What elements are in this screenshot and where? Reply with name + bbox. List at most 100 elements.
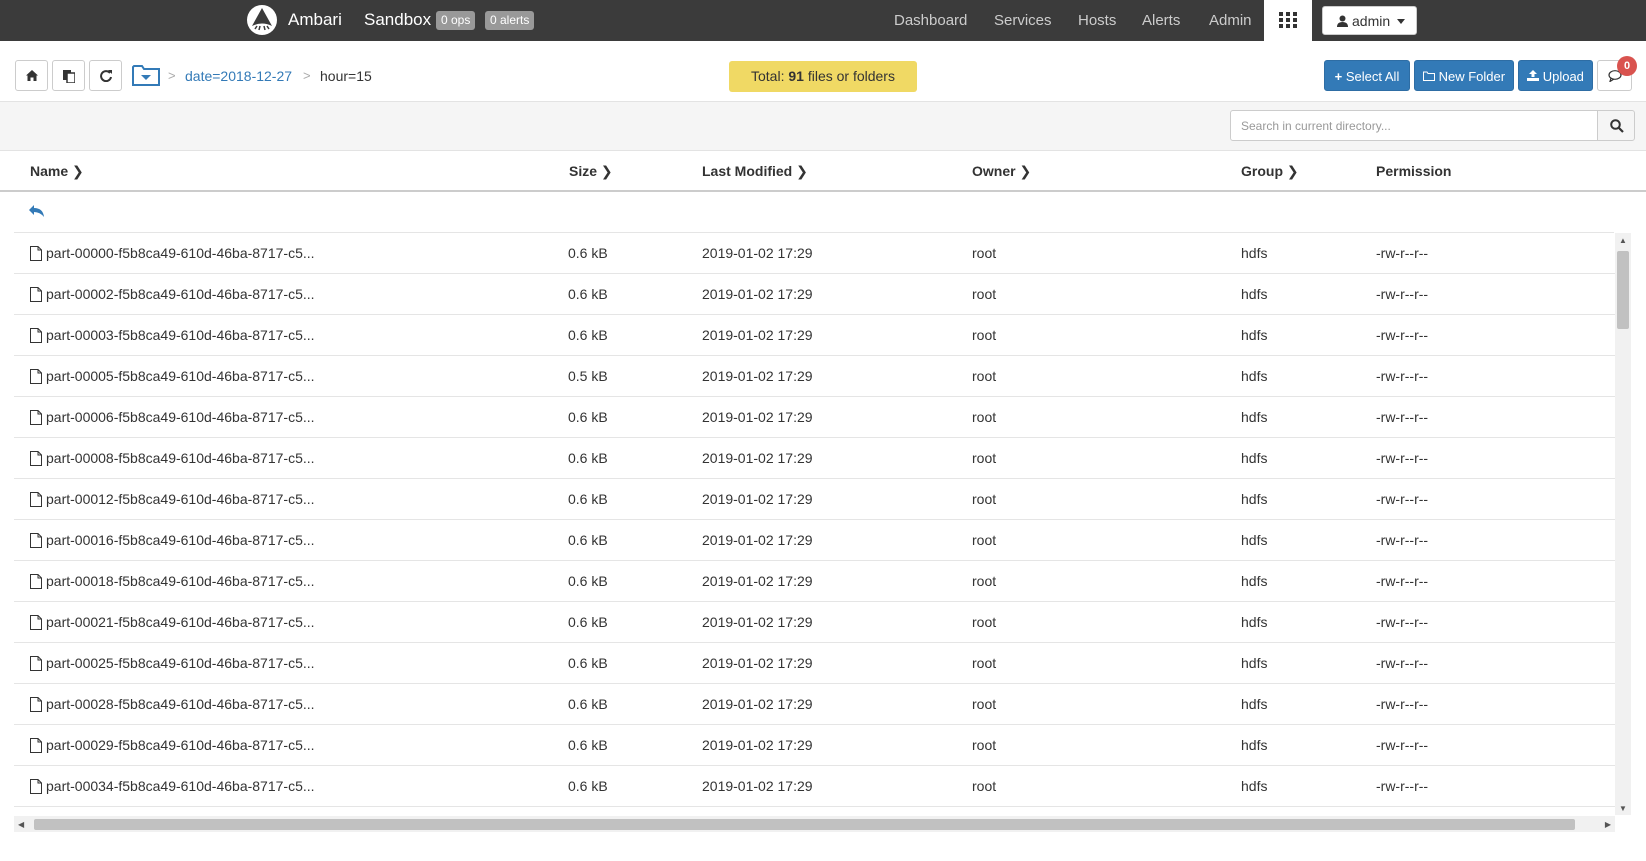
- reply-icon[interactable]: [28, 203, 46, 219]
- file-name[interactable]: part-00005-f5b8ca49-610d-46ba-8717-c5...: [46, 368, 315, 384]
- file-name[interactable]: part-00006-f5b8ca49-610d-46ba-8717-c5...: [46, 409, 315, 425]
- column-header-owner[interactable]: Owner ❯: [972, 163, 1031, 180]
- vertical-scrollbar[interactable]: ▲ ▼: [1615, 233, 1631, 815]
- nav-alerts[interactable]: Alerts: [1142, 12, 1180, 29]
- table-row[interactable]: part-00002-f5b8ca49-610d-46ba-8717-c5...…: [14, 274, 1615, 315]
- alerts-badge[interactable]: 0 alerts: [485, 11, 535, 30]
- permission-cell: -rw-r--r--: [1376, 573, 1429, 589]
- size-cell: 0.6 kB: [568, 409, 608, 425]
- select-all-label: Select All: [1345, 69, 1400, 84]
- file-name[interactable]: part-00034-f5b8ca49-610d-46ba-8717-c5...: [46, 778, 315, 794]
- column-header-last-modified[interactable]: Last Modified ❯: [702, 163, 808, 180]
- owner-cell: root: [972, 245, 997, 261]
- column-header-group[interactable]: Group ❯: [1241, 163, 1299, 180]
- table-row[interactable]: part-00000-f5b8ca49-610d-46ba-8717-c5...…: [14, 233, 1615, 274]
- app-title[interactable]: Ambari: [288, 10, 342, 30]
- permission-cell: -rw-r--r--: [1376, 737, 1429, 753]
- caret-down-icon: [1397, 19, 1405, 24]
- modified-cell: 2019-01-02 17:29: [702, 614, 813, 630]
- column-header-size[interactable]: Size ❯: [569, 163, 613, 180]
- file-name[interactable]: part-00025-f5b8ca49-610d-46ba-8717-c5...: [46, 655, 315, 671]
- upload-button[interactable]: Upload: [1518, 60, 1593, 91]
- group-cell: hdfs: [1241, 614, 1268, 630]
- home-button[interactable]: [15, 60, 48, 91]
- nav-dashboard[interactable]: Dashboard: [894, 12, 967, 29]
- file-icon: [30, 738, 42, 753]
- copy-path-button[interactable]: [52, 60, 85, 91]
- file-icon: [30, 574, 42, 589]
- table-row[interactable]: part-00025-f5b8ca49-610d-46ba-8717-c5...…: [14, 643, 1615, 684]
- permission-cell: -rw-r--r--: [1376, 532, 1429, 548]
- table-row[interactable]: part-00034-f5b8ca49-610d-46ba-8717-c5...…: [14, 766, 1615, 807]
- horizontal-scrollbar[interactable]: ◀ ▶: [14, 816, 1615, 832]
- column-header-name[interactable]: Name ❯: [30, 163, 84, 180]
- group-cell: hdfs: [1241, 737, 1268, 753]
- table-row[interactable]: part-00018-f5b8ca49-610d-46ba-8717-c5...…: [14, 561, 1615, 602]
- cluster-name[interactable]: Sandbox: [364, 10, 431, 30]
- total-count: 91: [788, 68, 804, 84]
- file-icon: [30, 697, 42, 712]
- file-name[interactable]: part-00000-f5b8ca49-610d-46ba-8717-c5...: [46, 245, 315, 261]
- breadcrumb-date[interactable]: date=2018-12-27: [185, 68, 292, 84]
- column-header-permission: Permission: [1376, 163, 1451, 179]
- size-cell: 0.6 kB: [568, 532, 608, 548]
- home-icon: [26, 70, 38, 81]
- modified-cell: 2019-01-02 17:29: [702, 409, 813, 425]
- horizontal-scroll-thumb[interactable]: [34, 819, 1575, 830]
- nav-hosts[interactable]: Hosts: [1078, 12, 1116, 29]
- scroll-up-icon[interactable]: ▲: [1619, 236, 1627, 245]
- table-row[interactable]: part-00005-f5b8ca49-610d-46ba-8717-c5...…: [14, 356, 1615, 397]
- table-row[interactable]: part-00029-f5b8ca49-610d-46ba-8717-c5...…: [14, 725, 1615, 766]
- owner-cell: root: [972, 614, 997, 630]
- table-row[interactable]: part-00008-f5b8ca49-610d-46ba-8717-c5...…: [14, 438, 1615, 479]
- vertical-scroll-thumb[interactable]: [1617, 251, 1629, 329]
- size-cell: 0.6 kB: [568, 450, 608, 466]
- breadcrumb-separator: >: [168, 68, 176, 83]
- modified-cell: 2019-01-02 17:29: [702, 532, 813, 548]
- table-row[interactable]: part-00006-f5b8ca49-610d-46ba-8717-c5...…: [14, 397, 1615, 438]
- nav-admin[interactable]: Admin: [1209, 12, 1252, 29]
- modified-cell: 2019-01-02 17:29: [702, 655, 813, 671]
- table-row[interactable]: part-00012-f5b8ca49-610d-46ba-8717-c5...…: [14, 479, 1615, 520]
- file-name[interactable]: part-00029-f5b8ca49-610d-46ba-8717-c5...: [46, 737, 315, 753]
- file-name[interactable]: part-00002-f5b8ca49-610d-46ba-8717-c5...: [46, 286, 315, 302]
- user-menu-button[interactable]: admin: [1322, 6, 1417, 35]
- file-name[interactable]: part-00012-f5b8ca49-610d-46ba-8717-c5...: [46, 491, 315, 507]
- search-button[interactable]: [1597, 110, 1635, 141]
- new-folder-button[interactable]: New Folder: [1414, 60, 1514, 91]
- select-all-button[interactable]: + Select All: [1324, 60, 1410, 91]
- table-row[interactable]: part-00021-f5b8ca49-610d-46ba-8717-c5...…: [14, 602, 1615, 643]
- folder-dropdown-icon[interactable]: [132, 63, 160, 87]
- permission-cell: -rw-r--r--: [1376, 245, 1429, 261]
- refresh-icon: [100, 70, 112, 82]
- scroll-right-icon[interactable]: ▶: [1605, 820, 1611, 829]
- refresh-button[interactable]: [89, 60, 122, 91]
- owner-cell: root: [972, 532, 997, 548]
- group-cell: hdfs: [1241, 327, 1268, 343]
- ambari-logo-icon[interactable]: [246, 4, 278, 36]
- owner-cell: root: [972, 737, 997, 753]
- file-name[interactable]: part-00008-f5b8ca49-610d-46ba-8717-c5...: [46, 450, 315, 466]
- file-name[interactable]: part-00003-f5b8ca49-610d-46ba-8717-c5...: [46, 327, 315, 343]
- ops-badge[interactable]: 0 ops: [436, 11, 476, 30]
- file-name[interactable]: part-00028-f5b8ca49-610d-46ba-8717-c5...: [46, 696, 315, 712]
- search-input[interactable]: [1230, 110, 1598, 141]
- total-prefix: Total:: [751, 68, 785, 84]
- scroll-left-icon[interactable]: ◀: [18, 820, 24, 829]
- permission-cell: -rw-r--r--: [1376, 286, 1429, 302]
- file-name[interactable]: part-00016-f5b8ca49-610d-46ba-8717-c5...: [46, 532, 315, 548]
- size-cell: 0.6 kB: [568, 696, 608, 712]
- table-row[interactable]: part-00028-f5b8ca49-610d-46ba-8717-c5...…: [14, 684, 1615, 725]
- views-menu-button[interactable]: [1264, 0, 1312, 41]
- file-name[interactable]: part-00021-f5b8ca49-610d-46ba-8717-c5...: [46, 614, 315, 630]
- table-row[interactable]: part-00016-f5b8ca49-610d-46ba-8717-c5...…: [14, 520, 1615, 561]
- messages-count-badge: 0: [1617, 56, 1637, 76]
- table-row[interactable]: part-00003-f5b8ca49-610d-46ba-8717-c5...…: [14, 315, 1615, 356]
- scroll-down-icon[interactable]: ▼: [1619, 804, 1627, 813]
- size-cell: 0.6 kB: [568, 614, 608, 630]
- file-name[interactable]: part-00018-f5b8ca49-610d-46ba-8717-c5...: [46, 573, 315, 589]
- file-icon: [30, 369, 42, 384]
- top-navbar: Ambari Sandbox 0 ops 0 alerts Dashboard …: [0, 0, 1646, 41]
- nav-services[interactable]: Services: [994, 12, 1052, 29]
- search-icon: [1610, 119, 1624, 133]
